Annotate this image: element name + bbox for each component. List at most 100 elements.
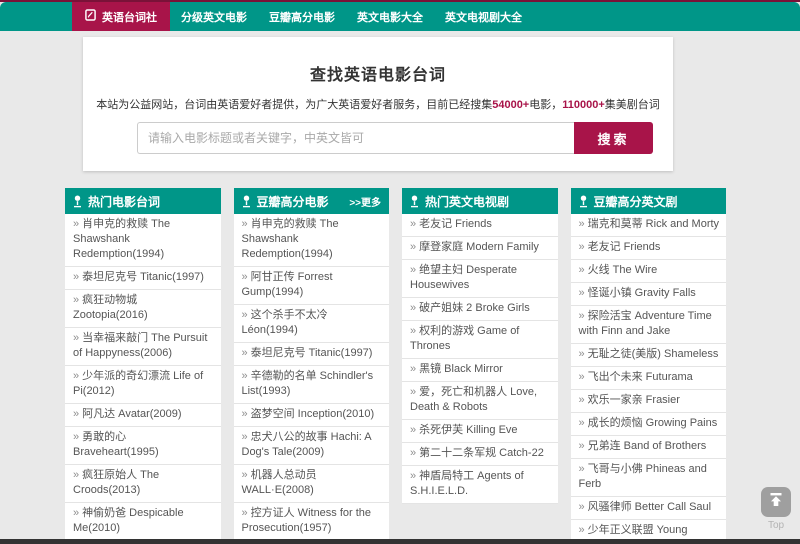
list-item[interactable]: » 阿凡达 Avatar(2009): [65, 404, 221, 427]
double-arrow-icon: »: [578, 463, 585, 475]
list-item[interactable]: » 泰坦尼克号 Titanic(1997): [65, 267, 221, 290]
double-arrow-icon: »: [73, 469, 80, 481]
list-item[interactable]: » 摩登家庭 Modern Family: [402, 237, 558, 260]
item-title: 权利的游戏 Game of Thrones: [410, 325, 520, 352]
column-more-link[interactable]: >>更多: [349, 194, 381, 209]
double-arrow-icon: »: [73, 431, 80, 443]
nav-item-2[interactable]: 豆瓣高分电影: [258, 2, 346, 31]
list-item[interactable]: » 怪诞小镇 Gravity Falls: [570, 283, 726, 306]
double-arrow-icon: »: [410, 363, 417, 375]
list-item[interactable]: » 神偷奶爸 Despicable Me(2010): [65, 503, 221, 541]
double-arrow-icon: »: [578, 310, 585, 322]
double-arrow-icon: »: [578, 287, 585, 299]
double-arrow-icon: »: [73, 271, 80, 283]
double-arrow-icon: »: [410, 470, 417, 482]
person-icon: [73, 195, 82, 208]
list-item[interactable]: » 勇敢的心 Braveheart(1995): [65, 427, 221, 465]
hero-card: 查找英语电影台词 本站为公益网站，台词由英语爱好者提供，为广大英语爱好者服务，目…: [83, 37, 673, 171]
list-item[interactable]: » 肖申克的救赎 The Shawshank Redemption(1994): [233, 214, 389, 267]
list-item[interactable]: » 黑镜 Black Mirror: [402, 359, 558, 382]
footer-bar: [0, 539, 800, 544]
nav-item-3[interactable]: 英文电影大全: [346, 2, 434, 31]
list-item[interactable]: » 疯狂动物城 Zootopia(2016): [65, 290, 221, 328]
item-title: 瑞克和莫蒂 Rick and Morty: [587, 218, 720, 230]
list-item[interactable]: » 忠犬八公的故事 Hachi: A Dog's Tale(2009): [233, 427, 389, 465]
list-item[interactable]: » 破产姐妹 2 Broke Girls: [402, 298, 558, 321]
double-arrow-icon: »: [241, 271, 248, 283]
list-item[interactable]: » 无耻之徒(美版) Shameless: [570, 344, 726, 367]
double-arrow-icon: »: [73, 294, 80, 306]
double-arrow-icon: »: [410, 218, 417, 230]
item-title: 杀死伊芙 Killing Eve: [419, 424, 518, 436]
column-title: 热门电影台词: [88, 194, 161, 209]
column-header: 豆瓣高分英文剧: [570, 188, 726, 214]
column-header: 热门电影台词: [65, 188, 221, 214]
item-title: 风骚律师 Better Call Saul: [587, 501, 712, 513]
list-item[interactable]: » 老友记 Friends: [570, 237, 726, 260]
nav-item-1[interactable]: 分级英文电影: [170, 2, 258, 31]
item-title: 这个杀手不太冷 Léon(1994): [241, 309, 328, 336]
column-list: » 肖申克的救赎 The Shawshank Redemption(1994)» 阿…: [233, 214, 389, 544]
column-title: 豆瓣高分电影: [256, 194, 329, 209]
item-title: 绝望主妇 Desperate Housewives: [410, 264, 517, 291]
item-title: 阿凡达 Avatar(2009): [82, 408, 182, 420]
search-button[interactable]: 搜索: [574, 122, 653, 154]
double-arrow-icon: »: [73, 218, 80, 230]
list-item[interactable]: » 神盾局特工 Agents of S.H.I.E.L.D.: [402, 466, 558, 504]
item-title: 火线 The Wire: [587, 264, 658, 276]
search-bar: 搜索: [137, 122, 653, 154]
document-edit-icon: [85, 9, 96, 24]
description-text: 集美剧台词: [604, 99, 660, 111]
item-title: 盗梦空间 Inception(2010): [250, 408, 375, 420]
list-item[interactable]: » 瑞克和莫蒂 Rick and Morty: [570, 214, 726, 237]
list-item[interactable]: » 这个杀手不太冷 Léon(1994): [233, 305, 389, 343]
item-title: 当幸福来敲门 The Pursuit of Happyness(2006): [73, 332, 208, 359]
list-item[interactable]: » 成长的烦恼 Growing Pains: [570, 413, 726, 436]
list-item[interactable]: » 飞哥与小佛 Phineas and Ferb: [570, 459, 726, 497]
item-title: 黑镜 Black Mirror: [419, 363, 503, 375]
list-item[interactable]: » 老友记 Friends: [402, 214, 558, 237]
item-title: 怪诞小镇 Gravity Falls: [587, 287, 696, 299]
list-item[interactable]: » 爱，死亡和机器人 Love, Death & Robots: [402, 382, 558, 420]
navbar: 英语台词社 分级英文电影 豆瓣高分电影 英文电影大全 英文电视剧大全: [0, 2, 800, 31]
content-column-3: 热门英文电视剧 » 老友记 Friends» 摩登家庭 Modern Family»…: [402, 188, 558, 504]
list-item[interactable]: » 权利的游戏 Game of Thrones: [402, 321, 558, 359]
list-item[interactable]: » 风骚律师 Better Call Saul: [570, 497, 726, 520]
column-list: » 瑞克和莫蒂 Rick and Morty» 老友记 Friends» 火线 The…: [570, 214, 726, 544]
list-item[interactable]: » 泰坦尼克号 Titanic(1997): [233, 343, 389, 366]
list-item[interactable]: » 控方证人 Witness for the Prosecution(1957): [233, 503, 389, 541]
item-title: 老友记 Friends: [587, 241, 661, 253]
list-item[interactable]: » 盗梦空间 Inception(2010): [233, 404, 389, 427]
list-item[interactable]: » 杀死伊芙 Killing Eve: [402, 420, 558, 443]
list-item[interactable]: » 阿甘正传 Forrest Gump(1994): [233, 267, 389, 305]
item-title: 疯狂原始人 The Croods(2013): [73, 469, 160, 496]
list-item[interactable]: » 兄弟连 Band of Brothers: [570, 436, 726, 459]
list-item[interactable]: » 火线 The Wire: [570, 260, 726, 283]
list-item[interactable]: » 绝望主妇 Desperate Housewives: [402, 260, 558, 298]
double-arrow-icon: »: [578, 371, 585, 383]
column-header: 豆瓣高分电影 >>更多: [233, 188, 389, 214]
nav-item-4[interactable]: 英文电视剧大全: [434, 2, 533, 31]
item-title: 第二十二条军规 Catch-22: [419, 447, 544, 459]
back-to-top-button[interactable]: [761, 487, 791, 517]
list-item[interactable]: » 飞出个未来 Futurama: [570, 367, 726, 390]
nav-brand-home[interactable]: 英语台词社: [72, 2, 170, 31]
list-item[interactable]: » 少年派的奇幻漂流 Life of Pi(2012): [65, 366, 221, 404]
columns-container: 热门电影台词 » 肖申克的救赎 The Shawshank Redemption(…: [65, 188, 726, 544]
list-item[interactable]: » 辛德勒的名单 Schindler's List(1993): [233, 366, 389, 404]
item-title: 兄弟连 Band of Brothers: [587, 440, 707, 452]
list-item[interactable]: » 肖申克的救赎 The Shawshank Redemption(1994): [65, 214, 221, 267]
list-item[interactable]: » 欢乐一家亲 Frasier: [570, 390, 726, 413]
double-arrow-icon: »: [410, 241, 417, 253]
search-input[interactable]: [137, 122, 574, 154]
item-title: 无耻之徒(美版) Shameless: [587, 348, 719, 360]
double-arrow-icon: »: [73, 370, 80, 382]
back-to-top-widget: Top: [758, 487, 794, 531]
double-arrow-icon: »: [241, 469, 248, 481]
list-item[interactable]: » 第二十二条军规 Catch-22: [402, 443, 558, 466]
list-item[interactable]: » 疯狂原始人 The Croods(2013): [65, 465, 221, 503]
list-item[interactable]: » 探险活宝 Adventure Time with Finn and Jake: [570, 306, 726, 344]
list-item[interactable]: » 当幸福来敲门 The Pursuit of Happyness(2006): [65, 328, 221, 366]
item-title: 探险活宝 Adventure Time with Finn and Jake: [578, 310, 712, 337]
list-item[interactable]: » 机器人总动员 WALL·E(2008): [233, 465, 389, 503]
